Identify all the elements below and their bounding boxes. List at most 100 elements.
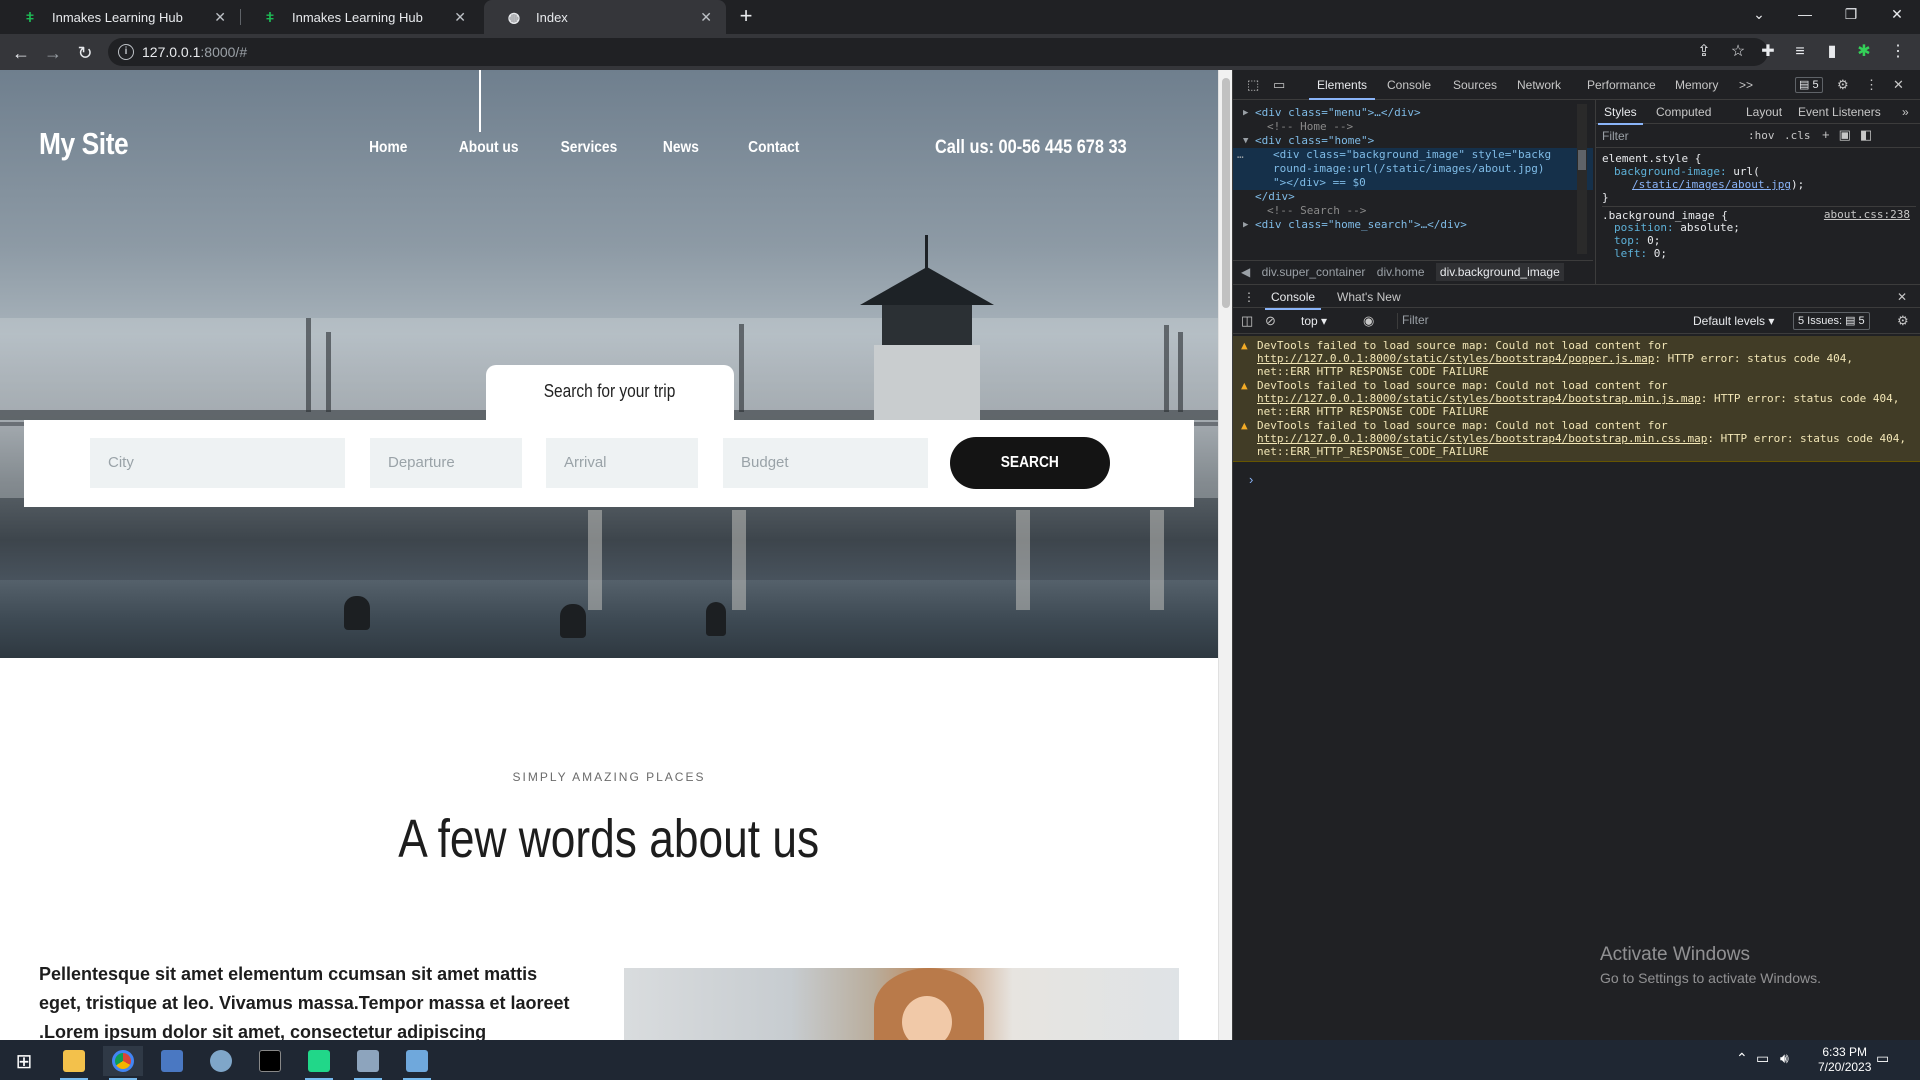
sidebar-toggle-icon[interactable]: ◫ bbox=[1241, 313, 1253, 329]
restore-button[interactable]: ❐ bbox=[1828, 0, 1874, 30]
close-icon[interactable]: ✕ bbox=[214, 9, 226, 26]
file-explorer-icon[interactable] bbox=[54, 1046, 94, 1080]
tab-memory[interactable]: Memory bbox=[1675, 78, 1718, 92]
notifications-icon[interactable]: ▭ bbox=[1876, 1050, 1889, 1067]
tab-styles[interactable]: Styles bbox=[1598, 105, 1643, 125]
nav-about-us[interactable]: About us bbox=[459, 139, 519, 157]
drawer-menu-icon[interactable]: ⋮ bbox=[1243, 290, 1255, 304]
tab-whats-new[interactable]: What's New bbox=[1337, 290, 1401, 304]
close-icon[interactable]: ✕ bbox=[454, 9, 466, 26]
rule-source-link[interactable]: about.css:238 bbox=[1824, 208, 1910, 221]
new-tab-button[interactable]: + bbox=[734, 5, 758, 29]
tab-console[interactable]: Console bbox=[1387, 78, 1431, 92]
tab-computed[interactable]: Computed bbox=[1656, 105, 1711, 119]
source-map-link[interactable]: http://127.0.0.1:8000/static/styles/boot… bbox=[1257, 352, 1654, 365]
address-bar[interactable]: i 127.0.0.1:8000/# ⇪ ☆ bbox=[108, 38, 1768, 66]
styles-filter-input[interactable]: Filter bbox=[1602, 129, 1629, 143]
tab-console-drawer[interactable]: Console bbox=[1264, 290, 1322, 310]
city-field[interactable]: City bbox=[90, 438, 345, 488]
system-clock[interactable]: 6:33 PM 7/20/2023 bbox=[1818, 1045, 1871, 1075]
notepad-icon[interactable] bbox=[397, 1046, 437, 1080]
close-drawer-icon[interactable]: ✕ bbox=[1897, 290, 1907, 304]
console-settings-icon[interactable]: ⚙ bbox=[1897, 313, 1909, 329]
reload-button[interactable]: ↻ bbox=[72, 40, 98, 66]
app-icon[interactable] bbox=[152, 1046, 192, 1076]
dom-node-line[interactable]: round-image:url(/static/images/about.jpg… bbox=[1233, 162, 1593, 176]
address-url[interactable]: 127.0.0.1:8000/# bbox=[142, 44, 247, 60]
elements-scrollbar[interactable] bbox=[1577, 104, 1587, 254]
tab-elements[interactable]: Elements bbox=[1308, 78, 1376, 100]
browser-tab[interactable]: ǂ Inmakes Learning Hub ✕ bbox=[240, 0, 480, 34]
cls-toggle[interactable]: .cls bbox=[1784, 129, 1811, 142]
nav-news[interactable]: News bbox=[663, 139, 699, 157]
nav-home[interactable]: Home bbox=[369, 139, 407, 157]
collapse-arrow-icon[interactable]: ▼ bbox=[1243, 134, 1248, 148]
arrival-field[interactable]: Arrival bbox=[546, 438, 698, 488]
dom-node-line[interactable]: <div class="background_image" style="bac… bbox=[1233, 148, 1593, 162]
context-selector[interactable]: top ▾ bbox=[1301, 314, 1327, 328]
live-expression-eye-icon[interactable]: ◉ bbox=[1363, 313, 1374, 329]
back-button[interactable]: ← bbox=[8, 40, 34, 66]
search-tab[interactable]: Search for your trip bbox=[486, 365, 734, 425]
departure-field[interactable]: Departure bbox=[370, 438, 522, 488]
hov-toggle[interactable]: :hov bbox=[1748, 129, 1775, 142]
log-levels-dropdown[interactable]: Default levels ▾ bbox=[1693, 314, 1774, 328]
show-hidden-icons-icon[interactable]: ⌃ bbox=[1736, 1050, 1748, 1067]
volume-icon[interactable]: 🔊︎ bbox=[1780, 1050, 1789, 1067]
budget-field[interactable]: Budget bbox=[723, 438, 928, 488]
paint-icon[interactable] bbox=[201, 1046, 241, 1076]
console-filter-input[interactable]: Filter bbox=[1397, 313, 1629, 329]
tab-network[interactable]: Network bbox=[1517, 78, 1561, 92]
source-map-link[interactable]: http://127.0.0.1:8000/static/styles/boot… bbox=[1257, 392, 1701, 405]
tab-layout[interactable]: Layout bbox=[1746, 105, 1782, 119]
tab-performance[interactable]: Performance bbox=[1587, 78, 1656, 92]
breadcrumb-left-arrow-icon[interactable]: ◀ bbox=[1241, 265, 1250, 279]
site-logo[interactable]: My Site bbox=[39, 126, 129, 162]
close-devtools-icon[interactable]: ✕ bbox=[1893, 77, 1904, 93]
close-icon[interactable]: ✕ bbox=[700, 9, 712, 26]
node-options-icon[interactable]: … bbox=[1237, 148, 1244, 162]
inspect-element-icon[interactable]: ⬚ bbox=[1247, 77, 1259, 93]
tab-sources[interactable]: Sources bbox=[1453, 78, 1497, 92]
minimize-button[interactable]: — bbox=[1782, 0, 1828, 30]
forward-button[interactable]: → bbox=[40, 40, 66, 66]
bookmark-star-icon[interactable]: ☆ bbox=[1728, 42, 1748, 62]
console-prompt-icon[interactable]: › bbox=[1249, 472, 1253, 487]
page-scrollbar[interactable] bbox=[1218, 70, 1232, 1040]
site-info-icon[interactable]: i bbox=[118, 44, 134, 60]
dom-node-line[interactable]: <!-- Home --> bbox=[1233, 120, 1593, 134]
more-tabs-icon[interactable]: >> bbox=[1739, 78, 1753, 92]
expand-arrow-icon[interactable]: ▶ bbox=[1243, 106, 1248, 120]
rule-declaration[interactable]: position: absolute; bbox=[1614, 221, 1740, 234]
browser-tab-active[interactable]: ◍ Index ✕ bbox=[484, 0, 726, 34]
dom-node-line[interactable]: ▶ <div class="home_search">…</div> bbox=[1233, 218, 1593, 232]
media-queue-icon[interactable]: ≡ bbox=[1790, 42, 1810, 62]
start-button[interactable]: ⊞ bbox=[4, 1046, 44, 1076]
extensions-icon[interactable]: ✚ bbox=[1758, 42, 1778, 62]
breadcrumb-item-active[interactable]: div.background_image bbox=[1435, 263, 1564, 281]
tab-search-icon[interactable]: ⌄ bbox=[1736, 0, 1782, 30]
terminal-icon[interactable] bbox=[250, 1046, 290, 1076]
network-icon[interactable]: ▭ bbox=[1756, 1050, 1769, 1067]
rule-declaration[interactable]: left: 0; bbox=[1614, 247, 1667, 260]
device-toolbar-icon[interactable]: ▭ bbox=[1273, 77, 1285, 93]
browser-menu-icon[interactable]: ⋮ bbox=[1888, 42, 1908, 62]
close-window-button[interactable]: ✕ bbox=[1874, 0, 1920, 30]
pycharm-icon[interactable] bbox=[299, 1046, 339, 1080]
rule-declaration[interactable]: top: 0; bbox=[1614, 234, 1660, 247]
browser-tab[interactable]: ǂ Inmakes Learning Hub ✕ bbox=[0, 0, 241, 34]
issues-badge[interactable]: ▤ 5 bbox=[1795, 77, 1823, 93]
photos-icon[interactable] bbox=[348, 1046, 388, 1080]
expand-arrow-icon[interactable]: ▶ bbox=[1243, 218, 1248, 232]
dom-node-line[interactable]: ▶ <div class="menu">…</div> bbox=[1233, 106, 1593, 120]
tab-event-listeners[interactable]: Event Listeners bbox=[1798, 105, 1881, 119]
rule-url[interactable]: /static/images/about.jpg); bbox=[1632, 178, 1804, 191]
side-panel-icon[interactable]: ▮ bbox=[1822, 42, 1842, 62]
nav-contact[interactable]: Contact bbox=[748, 139, 799, 157]
clear-console-icon[interactable]: ⊘ bbox=[1265, 313, 1276, 329]
issues-counter[interactable]: 5 Issues: ▤ 5 bbox=[1793, 312, 1870, 330]
devtools-menu-icon[interactable]: ⋮ bbox=[1865, 77, 1878, 93]
nav-services[interactable]: Services bbox=[561, 139, 618, 157]
source-map-link[interactable]: http://127.0.0.1:8000/static/styles/boot… bbox=[1257, 432, 1707, 445]
breadcrumb-item[interactable]: div.super_container bbox=[1262, 265, 1366, 279]
